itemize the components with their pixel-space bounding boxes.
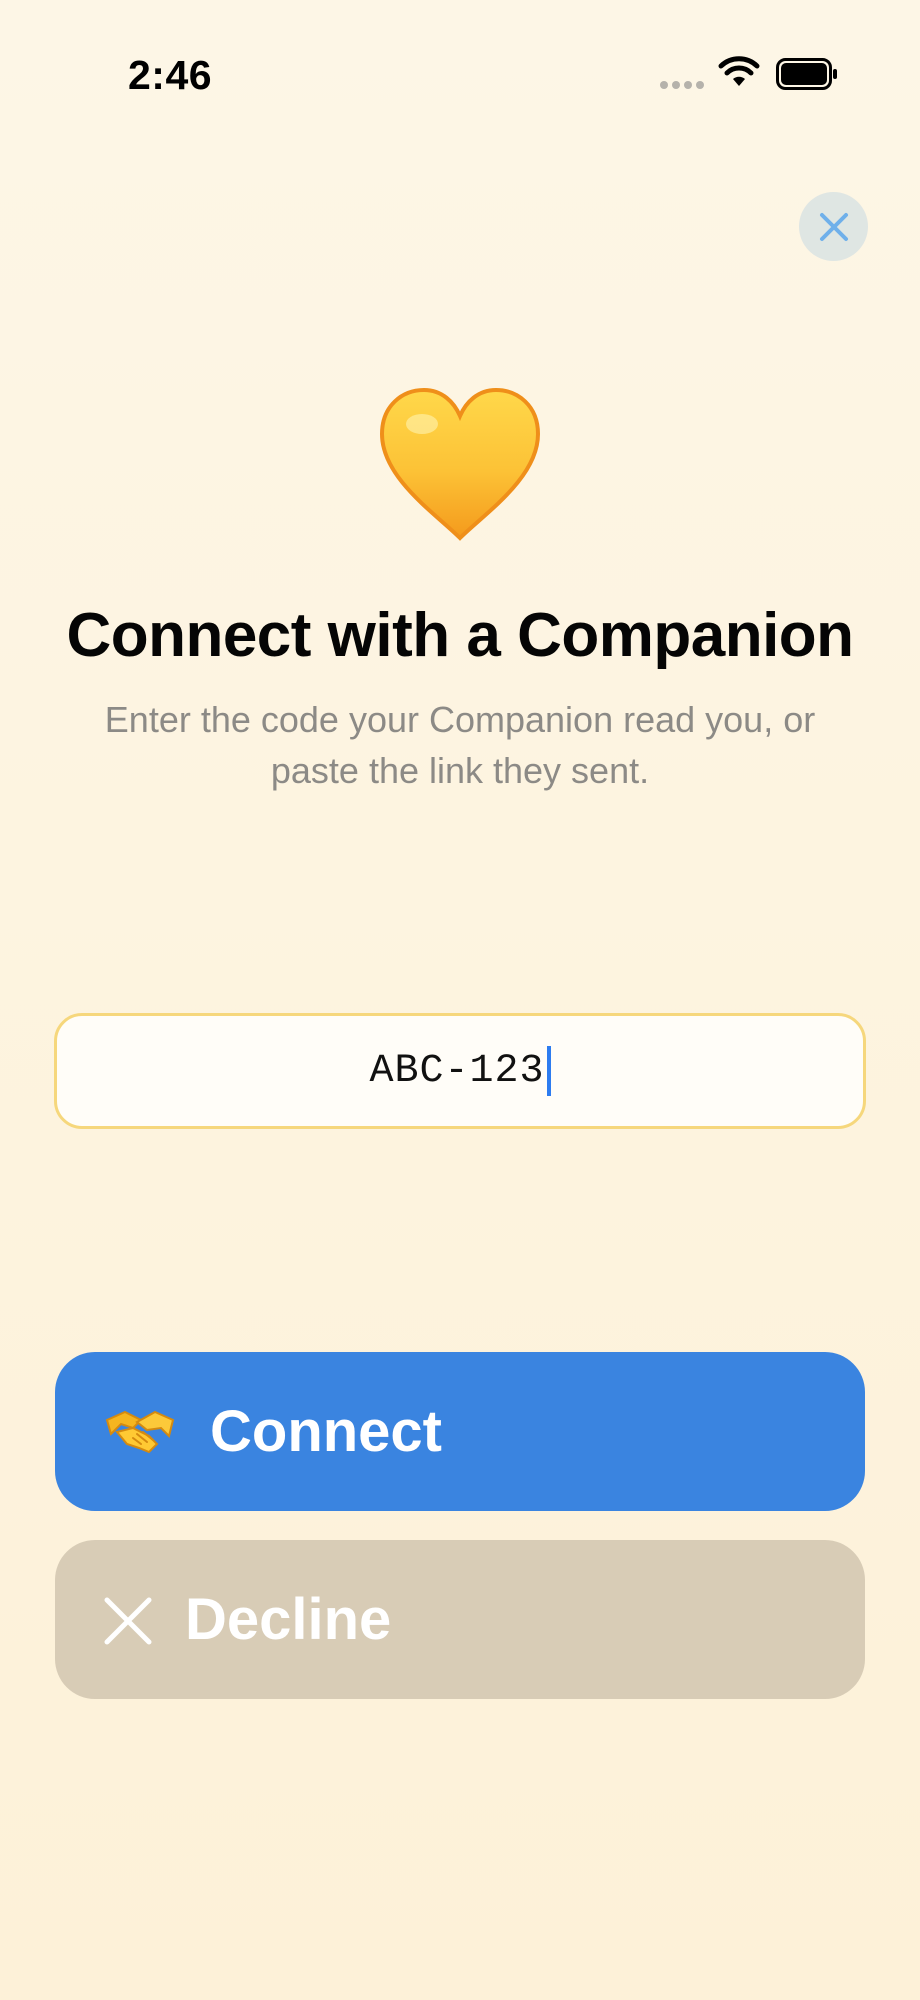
signal-icon <box>660 81 704 89</box>
page-title: Connect with a Companion <box>66 601 854 670</box>
status-bar: 2:46 <box>0 0 920 150</box>
decline-label: Decline <box>185 1587 392 1652</box>
code-input[interactable]: ABC-123 <box>369 1046 551 1096</box>
yellow-heart-icon <box>379 387 541 541</box>
close-button[interactable] <box>799 192 868 261</box>
handshake-icon <box>105 1410 175 1454</box>
text-cursor <box>546 1046 551 1096</box>
code-input-field[interactable]: ABC-123 <box>54 1013 866 1129</box>
connect-button[interactable]: Connect <box>55 1352 865 1511</box>
decline-button[interactable]: Decline <box>55 1540 865 1699</box>
connect-label: Connect <box>210 1399 442 1464</box>
wifi-icon <box>718 56 760 86</box>
page-subtitle: Enter the code your Companion read you, … <box>104 699 816 791</box>
battery-icon <box>776 58 837 90</box>
close-icon <box>819 212 848 241</box>
code-input-value: ABC-123 <box>369 1048 545 1094</box>
x-icon <box>104 1597 152 1645</box>
status-time: 2:46 <box>128 52 213 98</box>
